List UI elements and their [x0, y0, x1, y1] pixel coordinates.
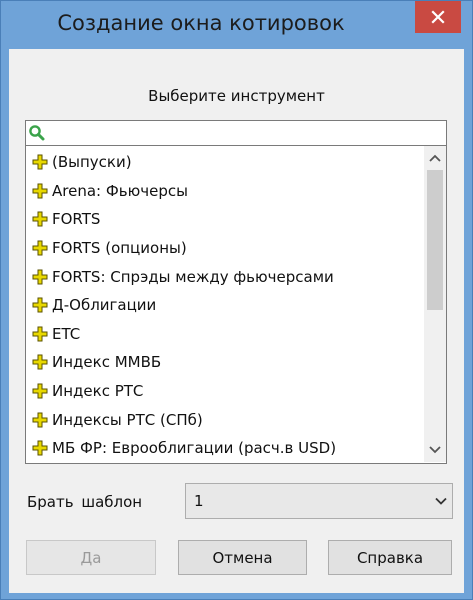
instrument-list-item[interactable]: МБ ФР: Еврооблигации (расч.в USD)	[26, 434, 424, 463]
select-instrument-label: Выберите инструмент	[148, 87, 325, 105]
plus-icon[interactable]	[32, 154, 48, 170]
plus-icon[interactable]	[32, 211, 48, 227]
instrument-list-item[interactable]: Arena: Фьючерсы	[26, 177, 424, 206]
instrument-label: Индекс РТС	[52, 382, 144, 401]
instrument-label: Д-Облигации	[52, 296, 157, 315]
plus-icon[interactable]	[32, 240, 48, 256]
instrument-list-item[interactable]: FORTS: Спрэды между фьючерсами	[26, 262, 424, 291]
template-dropdown[interactable]: 1	[185, 483, 453, 519]
template-label: Брать шаблон	[27, 493, 143, 511]
chevron-down-icon	[435, 497, 447, 505]
instrument-label: ETC	[52, 324, 81, 343]
instrument-list-item[interactable]: Индексы РТС (СПб)	[26, 405, 424, 434]
scroll-down-button[interactable]	[424, 440, 446, 460]
plus-icon[interactable]	[32, 297, 48, 313]
cancel-button[interactable]: Отмена	[178, 540, 307, 575]
plus-icon[interactable]	[32, 326, 48, 342]
chevron-down-icon	[429, 446, 441, 454]
instrument-label: Индекс ММВБ	[52, 353, 162, 372]
instrument-list-item[interactable]: FORTS (опционы)	[26, 234, 424, 263]
dialog-body: Выберите инструмент (Выпуски) Arena: Фьюч…	[9, 49, 464, 593]
instrument-list-item[interactable]: (Выпуски)	[26, 148, 424, 177]
instrument-label: (Выпуски)	[52, 153, 132, 172]
instrument-list-item[interactable]: FORTS	[26, 205, 424, 234]
plus-icon[interactable]	[32, 183, 48, 199]
quote-window-dialog: Создание окна котировок Выберите инструм…	[0, 0, 473, 600]
instrument-list-item[interactable]: Д-Облигации	[26, 291, 424, 320]
template-selected-value: 1	[194, 492, 204, 510]
plus-icon[interactable]	[32, 269, 48, 285]
search-field[interactable]	[25, 120, 447, 146]
window-title: Создание окна котировок	[57, 11, 345, 35]
chevron-up-icon	[429, 154, 441, 162]
scroll-thumb[interactable]	[427, 170, 443, 310]
instrument-label: МБ ФР: Еврооблигации (расч.в USD)	[52, 439, 337, 458]
plus-icon[interactable]	[32, 440, 48, 456]
title-bar[interactable]: Создание окна котировок	[1, 1, 472, 49]
help-button[interactable]: Справка	[328, 540, 452, 575]
instrument-list-item[interactable]: Индекс РТС	[26, 377, 424, 406]
instrument-label: FORTS	[52, 210, 101, 229]
search-icon	[29, 125, 45, 141]
instrument-label: FORTS (опционы)	[52, 239, 187, 258]
ok-button[interactable]: Да	[26, 540, 156, 575]
instrument-list-items: (Выпуски) Arena: Фьючерсы FORTS FORTS (опци…	[26, 148, 424, 463]
list-scrollbar[interactable]	[424, 146, 446, 462]
instrument-list-item[interactable]: ETC	[26, 320, 424, 349]
plus-icon[interactable]	[32, 354, 48, 370]
scroll-up-button[interactable]	[424, 148, 446, 168]
search-input[interactable]	[48, 122, 444, 144]
plus-icon[interactable]	[32, 383, 48, 399]
instrument-label: FORTS: Спрэды между фьючерсами	[52, 267, 334, 286]
instrument-label: Индексы РТС (СПб)	[52, 410, 203, 429]
close-button[interactable]	[415, 1, 461, 33]
plus-icon[interactable]	[32, 412, 48, 428]
instrument-label: Arena: Фьючерсы	[52, 181, 188, 200]
close-icon	[431, 10, 445, 24]
instrument-list-item[interactable]: Индекс ММВБ	[26, 348, 424, 377]
instrument-list[interactable]: (Выпуски) Arena: Фьючерсы FORTS FORTS (опци…	[25, 146, 447, 464]
